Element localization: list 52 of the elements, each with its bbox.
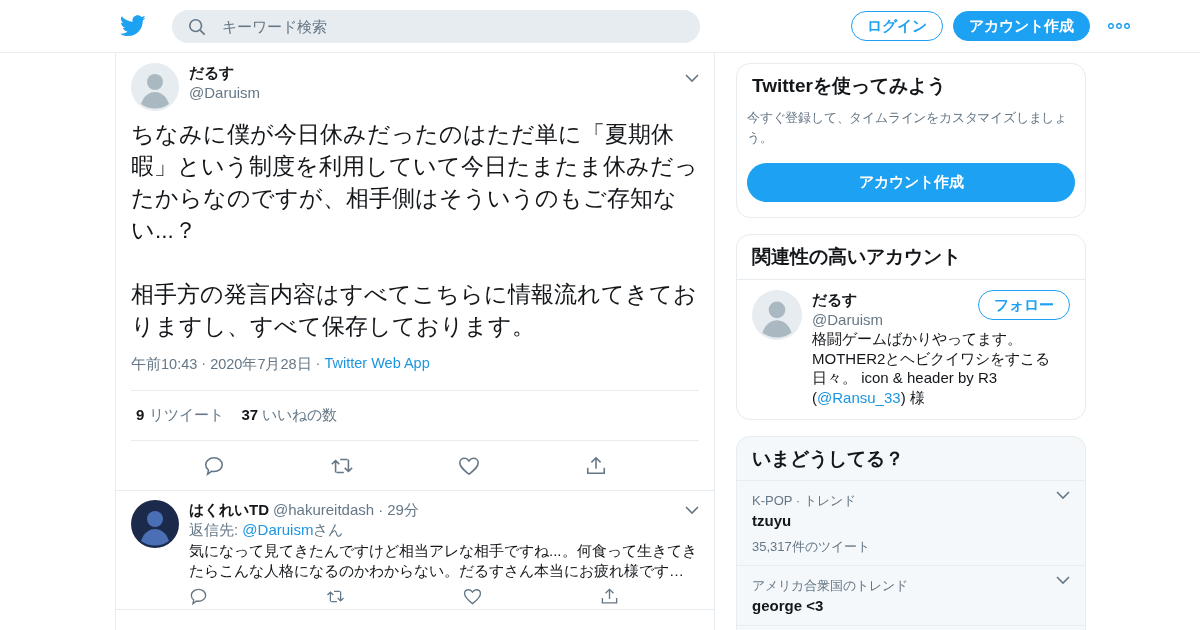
reply-to-line: 返信先: @Daruismさん <box>189 520 345 540</box>
user-name: だるす <box>189 63 235 83</box>
tweet-text: ちなみに僕が今日休みだったのはただ単に「夏期休暇」という制度を利用していて今日たまたま休みだったからなのですが、相手側はそういうのもご存知ない...？ <box>131 121 699 245</box>
card-title: いまどうしてる？ <box>737 437 1085 481</box>
chevron-icon[interactable] <box>685 74 699 83</box>
user-name: だるす <box>812 290 858 310</box>
card-title: 関連性の高いアカウント <box>737 235 1085 280</box>
reply-text: 気になって見てきたんですけど相当アレな相手ですね...。何食って生きてきたらこんな人格になるのかわからない。だるすさん本当にお疲れ様です… <box>189 541 698 580</box>
heart-icon[interactable] <box>463 587 482 606</box>
user-name: はくれいTD <box>189 500 269 520</box>
user-handle: @Daruism <box>812 309 885 329</box>
chevron-icon[interactable] <box>685 505 699 515</box>
mention-link[interactable]: @Daruism <box>242 521 314 538</box>
bird-logo-icon[interactable] <box>120 15 146 37</box>
mention-link[interactable]: @Ransu_33 <box>817 388 901 406</box>
source-link[interactable]: Twitter Web App <box>324 355 430 374</box>
trend-context: K-POP · トレンド <box>752 492 857 510</box>
chevron-icon[interactable] <box>1056 576 1070 585</box>
share-icon[interactable] <box>584 454 607 477</box>
search-field[interactable]: キーワード検索 <box>172 9 700 43</box>
signup-button[interactable]: アカウント作成 <box>953 11 1090 41</box>
user-handle: @hakureitdash <box>273 500 375 520</box>
trend-name: george <3 <box>752 596 825 616</box>
tweet-time: 午前10:43 <box>131 355 198 374</box>
card-title: Twitterを使ってみよう <box>751 74 947 98</box>
search-icon <box>188 17 206 36</box>
separator-dot: · <box>315 355 321 373</box>
tweet-date: 2020年7月28日 <box>210 355 312 374</box>
more-icon[interactable] <box>1108 23 1130 29</box>
login-button[interactable]: ログイン <box>851 11 943 41</box>
follow-button[interactable]: フォロー <box>978 290 1070 320</box>
stat-link[interactable]: 37 いいねの数 <box>241 406 338 425</box>
tweet-text: 相手方の発言内容はすべてこちらに情報流れてきておりますし、すべて保存しております。 <box>131 281 698 341</box>
trend-context: アメリカ合衆国のトレンド <box>752 577 909 595</box>
signup-button[interactable]: アカウント作成 <box>747 163 1075 202</box>
reply-age: 29分 <box>387 500 419 520</box>
heart-icon[interactable] <box>458 454 481 477</box>
share-icon[interactable] <box>600 587 619 606</box>
tweet-count: 35,317件のツイート <box>752 538 871 556</box>
trend-item[interactable]: アメリカ合衆国のトレンド george <3 <box>737 566 1085 626</box>
user-bio: 格闘ゲームばかりやってます。MOTHER2とヘビクイワシをすこる日々。 icon & header by R3 (@Ransu_33) 様 <box>812 329 1052 407</box>
avatar-icon[interactable] <box>131 500 179 548</box>
reply-icon[interactable] <box>203 454 226 477</box>
separator-dot: · <box>201 355 207 373</box>
chevron-icon[interactable] <box>1056 491 1070 500</box>
trend-item[interactable]: K-POP · トレンド tzuyu 35,317件のツイート <box>737 481 1085 566</box>
stat-link[interactable]: 9 リツイート <box>136 406 224 425</box>
separator-dot: · <box>378 500 384 520</box>
card-description: 今すぐ登録して、タイムラインをカスタマイズしましょう。 <box>746 109 1068 147</box>
reply-icon[interactable] <box>189 587 208 606</box>
user-handle: @Daruism <box>189 83 262 103</box>
trend-name: tzuyu <box>752 511 793 531</box>
